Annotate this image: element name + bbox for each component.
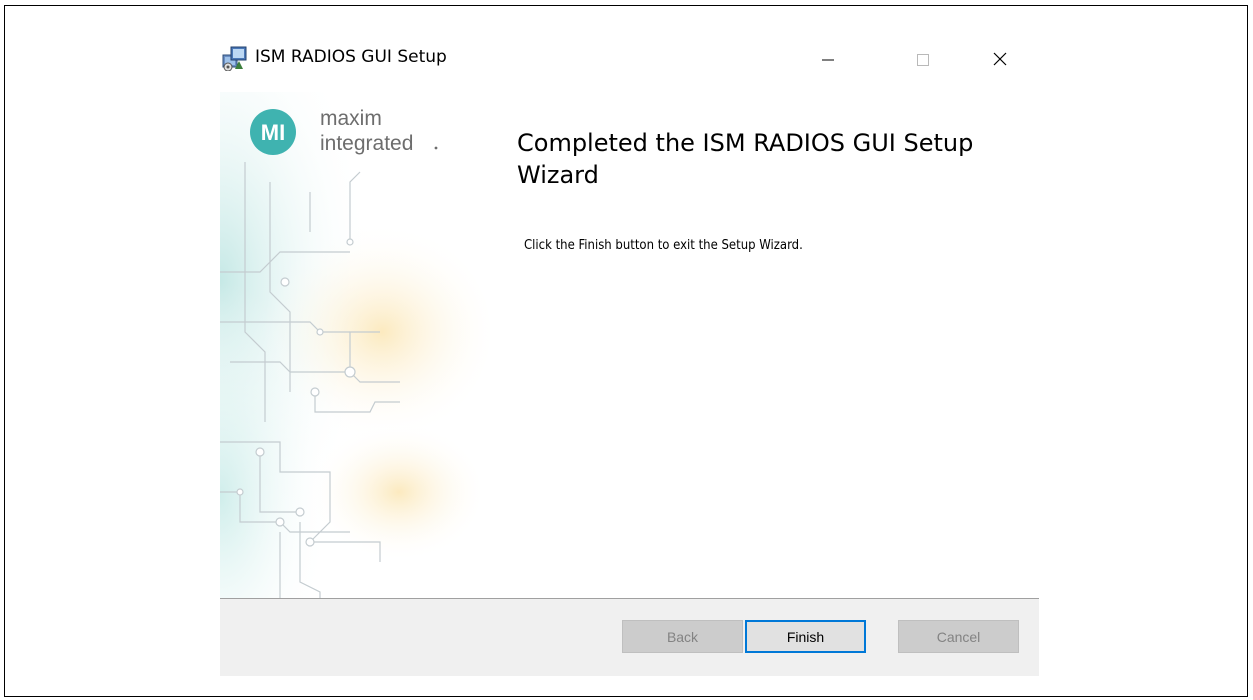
title-bar[interactable]: ISM RADIOS GUI Setup bbox=[220, 34, 1039, 84]
maxim-integrated-logo: MI maxim integrated bbox=[250, 102, 510, 166]
setup-wizard-window: ISM RADIOS GUI Setup MI maxim integrated… bbox=[220, 34, 1039, 676]
minimize-button[interactable] bbox=[797, 34, 857, 84]
svg-text:MI: MI bbox=[261, 120, 285, 145]
cancel-button[interactable]: Cancel bbox=[898, 620, 1019, 653]
svg-text:integrated: integrated bbox=[320, 132, 413, 155]
close-icon bbox=[993, 52, 1007, 66]
maxim-logo-mark: MI maxim integrated bbox=[250, 107, 438, 155]
completion-message: Click the Finish button to exit the Setu… bbox=[524, 238, 803, 253]
close-button[interactable] bbox=[969, 34, 1029, 84]
minimize-icon bbox=[822, 59, 834, 61]
svg-text:maxim: maxim bbox=[320, 107, 382, 130]
finish-button[interactable]: Finish bbox=[745, 620, 866, 653]
side-banner-artwork bbox=[220, 92, 500, 632]
back-button[interactable]: Back bbox=[622, 620, 743, 653]
page-heading: Completed the ISM RADIOS GUI Setup Wizar… bbox=[517, 129, 974, 189]
installer-app-icon bbox=[222, 46, 247, 71]
window-title: ISM RADIOS GUI Setup bbox=[255, 47, 447, 67]
maximize-button[interactable] bbox=[894, 34, 954, 84]
button-footer: Back Finish Cancel bbox=[220, 599, 1039, 676]
maximize-icon bbox=[917, 54, 929, 66]
